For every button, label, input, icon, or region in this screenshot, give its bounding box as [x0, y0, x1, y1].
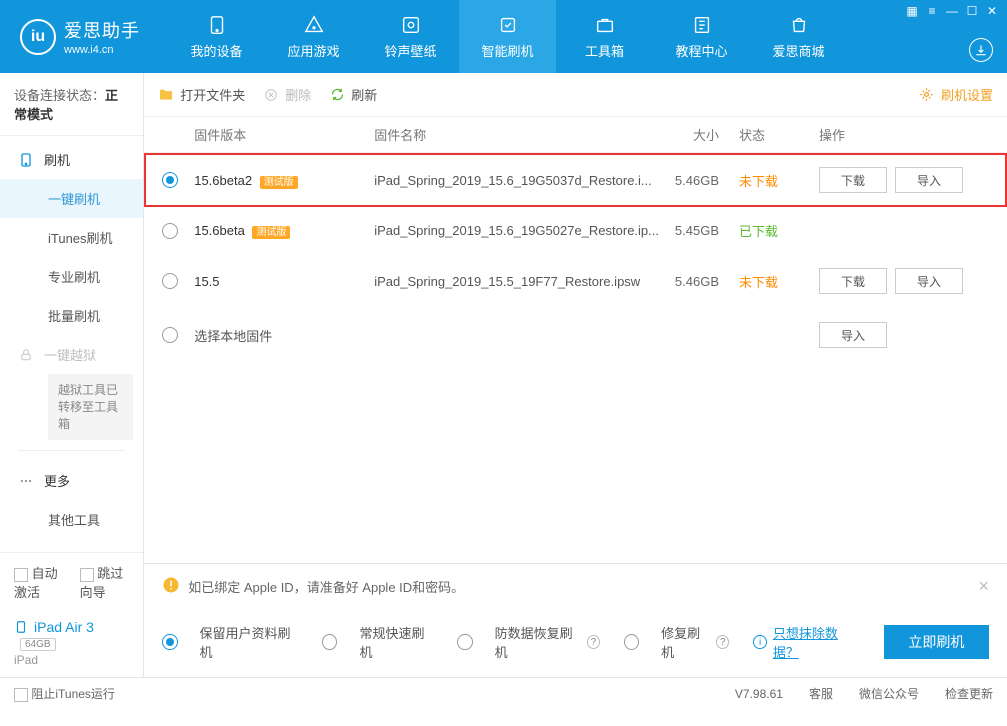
nav-icon-0: [205, 13, 229, 37]
beta-badge: 测试版: [260, 176, 298, 189]
firmware-row[interactable]: 15.6beta2 测试版iPad_Spring_2019_15.6_19G50…: [144, 153, 1007, 207]
block-itunes-checkbox[interactable]: 阻止iTunes运行: [14, 685, 115, 702]
support-link[interactable]: 客服: [809, 685, 833, 702]
device-icon: [14, 620, 28, 634]
erase-link[interactable]: 只想抹除数据？: [773, 623, 860, 661]
select-radio[interactable]: [162, 327, 178, 343]
sidebar-group-more[interactable]: 更多: [0, 461, 143, 500]
firmware-list: 15.6beta2 测试版iPad_Spring_2019_15.6_19G50…: [144, 153, 1007, 563]
nav-icon-3: [496, 13, 520, 37]
nav-3[interactable]: 智能刷机: [459, 0, 556, 73]
nav-icon-4: [593, 13, 617, 37]
nav-icon-1: [302, 13, 326, 37]
auto-activate-checkbox[interactable]: 自动激活: [14, 563, 64, 601]
wechat-link[interactable]: 微信公众号: [859, 685, 919, 702]
sidebar-item-一键刷机[interactable]: 一键刷机: [0, 179, 143, 218]
flash-option-3[interactable]: 修复刷机 ?: [624, 623, 729, 661]
check-update-link[interactable]: 检查更新: [945, 685, 993, 702]
connection-status: 设备连接状态：正常模式: [0, 73, 143, 136]
import-button[interactable]: 导入: [895, 167, 963, 193]
top-nav: 我的设备应用游戏铃声壁纸智能刷机工具箱教程中心爱思商城: [168, 0, 847, 73]
nav-6[interactable]: 爱思商城: [750, 0, 847, 73]
flash-option-0[interactable]: 保留用户资料刷机: [162, 623, 298, 661]
option-radio[interactable]: [322, 634, 337, 650]
window-controls: ▦ ≡ — ☐ ✕: [903, 4, 1001, 18]
help-icon[interactable]: ?: [716, 635, 729, 649]
app-name: 爱思助手: [64, 17, 140, 43]
close-icon[interactable]: ✕: [983, 4, 1001, 18]
table-header: 固件版本 固件名称 大小 状态 操作: [144, 117, 1007, 153]
firmware-row[interactable]: 15.6beta 测试版iPad_Spring_2019_15.6_19G502…: [144, 207, 1007, 254]
flash-options: 保留用户资料刷机常规快速刷机防数据恢复刷机 ? 修复刷机 ? i 只想抹除数据？ 立即…: [162, 609, 989, 677]
nav-1[interactable]: 应用游戏: [265, 0, 362, 73]
sidebar-group-flash[interactable]: 刷机: [0, 140, 143, 179]
nav-icon-2: [399, 13, 423, 37]
nav-4[interactable]: 工具箱: [556, 0, 653, 73]
delete-icon: [263, 87, 279, 103]
sidebar-item-下载固件[interactable]: 下载固件: [0, 539, 143, 552]
jailbreak-note: 越狱工具已转移至工具箱: [48, 374, 133, 440]
gear-icon: [919, 87, 935, 103]
refresh-button[interactable]: 刷新: [329, 85, 377, 104]
logo-icon: iu: [20, 19, 56, 55]
flash-option-1[interactable]: 常规快速刷机: [322, 623, 433, 661]
header: iu 爱思助手 www.i4.cn 我的设备应用游戏铃声壁纸智能刷机工具箱教程中…: [0, 0, 1007, 73]
flash-icon: [18, 152, 34, 168]
maximize-icon[interactable]: ☐: [963, 4, 981, 18]
lock-icon: [18, 347, 34, 363]
sidebar-group-jailbreak: 一键越狱: [0, 335, 143, 374]
sidebar-item-iTunes刷机[interactable]: iTunes刷机: [0, 218, 143, 257]
delete-button[interactable]: 删除: [263, 85, 311, 104]
minimize-icon[interactable]: —: [943, 4, 961, 18]
nav-icon-5: [690, 13, 714, 37]
nav-icon-6: [787, 13, 811, 37]
select-radio[interactable]: [162, 223, 178, 239]
option-radio[interactable]: [624, 634, 639, 650]
flash-option-2[interactable]: 防数据恢复刷机 ?: [457, 623, 600, 661]
flash-now-button[interactable]: 立即刷机: [884, 625, 989, 659]
sidebar-item-批量刷机[interactable]: 批量刷机: [0, 296, 143, 335]
sidebar: 设备连接状态：正常模式 刷机 一键刷机iTunes刷机专业刷机批量刷机 一键越狱…: [0, 73, 144, 677]
footer: 阻止iTunes运行 V7.98.61 客服 微信公众号 检查更新: [0, 677, 1007, 709]
grid-icon[interactable]: ▦: [903, 4, 921, 18]
select-radio[interactable]: [162, 172, 178, 188]
refresh-icon: [329, 87, 345, 103]
nav-5[interactable]: 教程中心: [653, 0, 750, 73]
sidebar-item-其他工具[interactable]: 其他工具: [0, 500, 143, 539]
main: 打开文件夹 删除 刷新 刷机设置 固件版本 固件名称 大小 状态 操作: [144, 73, 1007, 677]
select-radio[interactable]: [162, 273, 178, 289]
firmware-row[interactable]: 选择本地固件导入: [144, 308, 1007, 362]
help-icon[interactable]: ?: [587, 635, 600, 649]
firmware-row[interactable]: 15.5iPad_Spring_2019_15.5_19F77_Restore.…: [144, 254, 1007, 308]
more-icon: [18, 473, 34, 489]
import-button[interactable]: 导入: [895, 268, 963, 294]
app-url: www.i4.cn: [64, 44, 140, 56]
device-info[interactable]: iPad Air 3 64GB iPad: [0, 611, 143, 677]
download-button[interactable]: 下载: [819, 268, 887, 294]
nav-0[interactable]: 我的设备: [168, 0, 265, 73]
toolbar: 打开文件夹 删除 刷新 刷机设置: [144, 73, 1007, 117]
download-button[interactable]: 下载: [819, 167, 887, 193]
menu-icon[interactable]: ≡: [923, 4, 941, 18]
download-icon[interactable]: [969, 38, 993, 62]
device-capacity: 64GB: [20, 638, 56, 651]
beta-badge: 测试版: [252, 226, 290, 239]
warning-icon: [162, 576, 180, 597]
warning-bar: 如已绑定 Apple ID，请准备好 Apple ID和密码。 ×: [162, 564, 989, 609]
sidebar-item-专业刷机[interactable]: 专业刷机: [0, 257, 143, 296]
skip-guide-checkbox[interactable]: 跳过向导: [80, 563, 130, 601]
open-folder-button[interactable]: 打开文件夹: [158, 85, 245, 104]
logo: iu 爱思助手 www.i4.cn: [0, 17, 160, 56]
option-radio[interactable]: [162, 634, 177, 650]
close-warning-icon[interactable]: ×: [978, 576, 989, 597]
folder-icon: [158, 87, 174, 103]
nav-2[interactable]: 铃声壁纸: [362, 0, 459, 73]
flash-settings-button[interactable]: 刷机设置: [919, 85, 993, 104]
version-label: V7.98.61: [735, 687, 783, 701]
import-button[interactable]: 导入: [819, 322, 887, 348]
info-icon[interactable]: i: [753, 635, 766, 649]
option-radio[interactable]: [457, 634, 472, 650]
